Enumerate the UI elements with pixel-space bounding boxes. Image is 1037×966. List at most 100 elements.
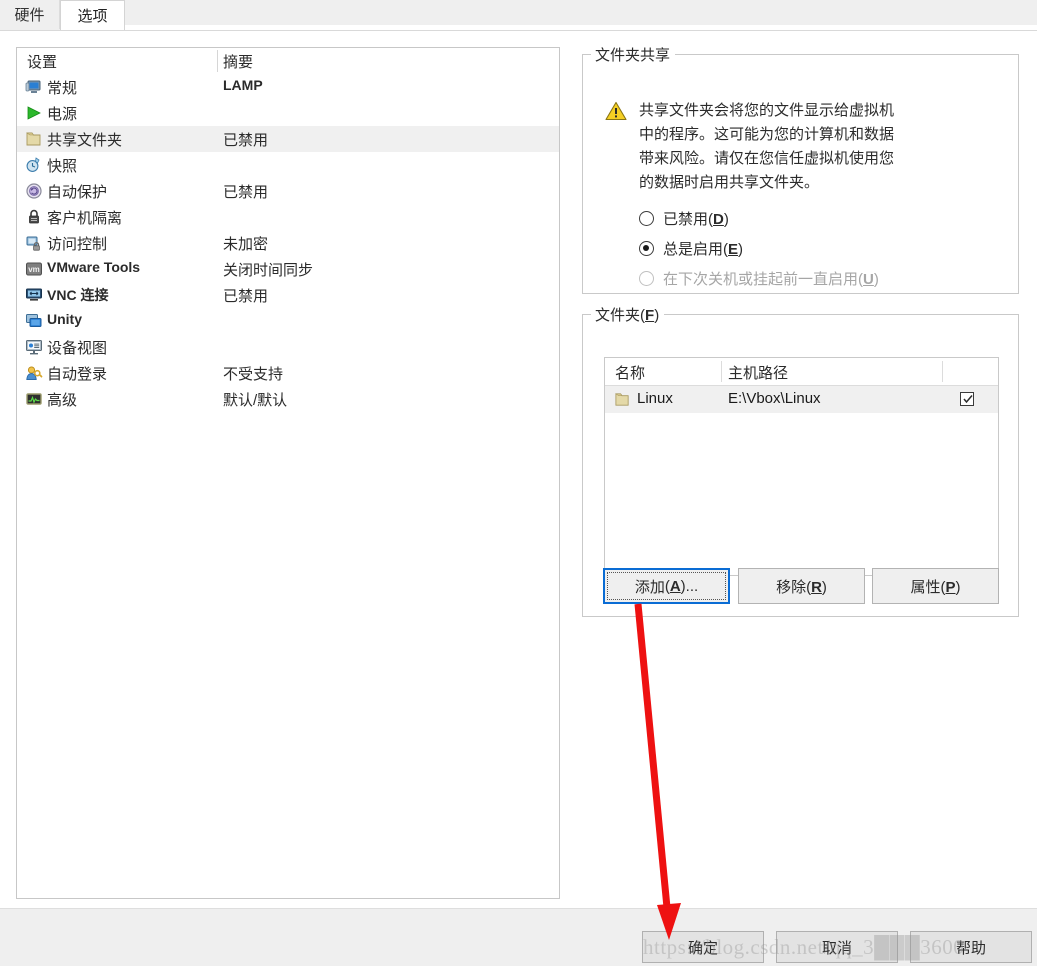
header-divider-1	[721, 361, 722, 382]
settings-row-summary: 已禁用	[223, 132, 269, 149]
folder-sharing-warning: 共享文件夹会将您的文件显示给虚拟机 中的程序。这可能为您的计算机和数据 带来风险…	[605, 99, 995, 195]
column-header-host-path: 主机路径	[728, 365, 789, 382]
settings-row-summary: 默认/默认	[223, 392, 288, 409]
settings-row-autologon[interactable]: 自动登录 不受支持	[17, 360, 559, 386]
autologon-key-icon	[25, 364, 43, 382]
help-button-label: 帮助	[955, 939, 986, 957]
device-view-icon	[25, 338, 43, 356]
settings-row-label: 高级	[47, 392, 78, 409]
add-folder-button[interactable]: 添加(A)...	[603, 568, 730, 604]
settings-row-power[interactable]: 电源	[17, 100, 559, 126]
radio-disabled[interactable]: 已禁用(D)	[639, 208, 729, 229]
settings-row-vmware-tools[interactable]: vm VMware Tools 关闭时间同步	[17, 256, 559, 282]
warning-line-2: 中的程序。这可能为您的计算机和数据	[639, 126, 895, 143]
settings-row-advanced[interactable]: 高级 默认/默认	[17, 386, 559, 412]
column-header-name: 名称	[615, 365, 646, 382]
tab-hardware-label: 硬件	[14, 7, 45, 24]
settings-row-label: 常规	[47, 80, 78, 97]
settings-row-vnc[interactable]: VNC 连接 已禁用	[17, 282, 559, 308]
settings-row-autoprotect[interactable]: 自动保护 已禁用	[17, 178, 559, 204]
warning-triangle-icon	[605, 99, 629, 195]
tab-strip-filler-bottom	[125, 25, 1037, 30]
radio-disabled-mnemonic: D	[713, 211, 724, 228]
radio-until-shutdown-label: 在下次关机或挂起前一直启用(U)	[663, 271, 879, 288]
settings-row-snapshot[interactable]: 快照	[17, 152, 559, 178]
folders-table[interactable]: 名称 主机路径 Linux E:\Vbox\Linux	[604, 357, 999, 576]
radio-always-enabled[interactable]: 总是启用(E)	[639, 238, 743, 259]
properties-folder-button-label: 属性(P)	[910, 578, 961, 596]
play-green-icon	[25, 104, 43, 122]
help-button[interactable]: 帮助	[910, 931, 1032, 963]
warning-line-4: 的数据时启用共享文件夹。	[639, 174, 820, 191]
vnc-icon	[25, 286, 43, 304]
snapshot-clock-icon	[25, 156, 43, 174]
settings-row-label: 访问控制	[47, 236, 108, 253]
folder-icon	[25, 130, 43, 148]
settings-row-unity[interactable]: Unity	[17, 308, 559, 334]
svg-text:vm: vm	[28, 265, 40, 274]
settings-row-label: 设备视图	[47, 340, 108, 357]
folder-icon	[614, 391, 631, 408]
tab-options-label: 选项	[77, 8, 108, 25]
folder-row-name: Linux	[637, 390, 673, 407]
settings-list-header: 设置 摘要	[17, 48, 559, 74]
folder-sharing-legend: 文件夹共享	[595, 47, 671, 64]
radio-until-shutdown: 在下次关机或挂起前一直启用(U)	[639, 268, 879, 289]
folder-row-enabled-checkbox[interactable]	[960, 392, 974, 406]
add-folder-button-label: 添加(A)...	[607, 572, 726, 600]
monitor-icon	[25, 78, 43, 96]
settings-row-guest-isolation[interactable]: 客户机隔离	[17, 204, 559, 230]
settings-row-label: 电源	[47, 106, 78, 123]
settings-row-label: 共享文件夹	[47, 132, 123, 149]
column-header-summary: 摘要	[223, 54, 254, 71]
access-lock-icon	[25, 234, 43, 252]
tab-hardware[interactable]: 硬件	[0, 0, 60, 29]
tab-strip: 硬件 选项	[0, 0, 1037, 31]
folders-legend-mnemonic: F	[645, 307, 655, 324]
ok-button[interactable]: 确定	[642, 931, 764, 963]
advanced-chart-icon	[25, 390, 43, 408]
settings-row-general[interactable]: 常规 LAMP	[17, 74, 559, 100]
settings-row-summary: 未加密	[223, 236, 269, 253]
folder-row-host-path: E:\Vbox\Linux	[728, 390, 821, 407]
lock-icon	[25, 208, 43, 226]
folders-legend: 文件夹(F)	[595, 307, 660, 324]
settings-row-label: 自动登录	[47, 366, 108, 383]
header-divider-2	[942, 361, 943, 382]
tab-options[interactable]: 选项	[60, 0, 125, 30]
settings-row-label: 快照	[47, 158, 78, 175]
radio-always-enabled-label: 总是启用(E)	[663, 241, 744, 258]
settings-row-label: 自动保护	[47, 184, 108, 201]
settings-row-label: VNC 连接	[47, 287, 109, 303]
warning-line-1: 共享文件夹会将您的文件显示给虚拟机	[639, 102, 895, 119]
settings-row-device-view[interactable]: 设备视图	[17, 334, 559, 360]
folder-sharing-group: 文件夹共享 共享文件夹会将您的文件显示给虚拟机 中的程序。这可能为您的计算机和数…	[582, 44, 1019, 294]
radio-disabled-label: 已禁用(D)	[663, 211, 729, 228]
cancel-button-label: 取消	[821, 939, 852, 957]
table-row[interactable]: Linux E:\Vbox\Linux	[605, 386, 998, 413]
unity-icon	[25, 312, 43, 330]
radio-always-enabled-indicator	[639, 241, 654, 256]
folder-sharing-warning-text: 共享文件夹会将您的文件显示给虚拟机 中的程序。这可能为您的计算机和数据 带来风险…	[639, 99, 894, 195]
settings-row-summary: LAMP	[223, 77, 263, 93]
column-header-settings: 设置	[27, 54, 58, 71]
radio-always-enabled-mnemonic: E	[728, 241, 739, 258]
autoprotect-icon	[25, 182, 43, 200]
settings-row-access-control[interactable]: 访问控制 未加密	[17, 230, 559, 256]
radio-until-shutdown-indicator	[639, 271, 654, 286]
settings-row-label: Unity	[47, 311, 82, 327]
cancel-button[interactable]: 取消	[776, 931, 898, 963]
properties-folder-button[interactable]: 属性(P)	[872, 568, 999, 604]
settings-row-shared-folders[interactable]: 共享文件夹 已禁用	[17, 126, 559, 152]
settings-row-summary: 不受支持	[223, 366, 284, 383]
folders-table-header: 名称 主机路径	[605, 358, 998, 386]
warning-line-3: 带来风险。请仅在您信任虚拟机使用您	[639, 150, 895, 167]
radio-until-shutdown-mnemonic: U	[863, 271, 874, 288]
settings-row-label: 客户机隔离	[47, 210, 123, 227]
settings-list-panel[interactable]: 设置 摘要 常规 LAMP 电源 共享文件夹 已禁用 快照 自动保护 已禁用 客…	[16, 47, 560, 899]
settings-row-summary: 已禁用	[223, 184, 269, 201]
remove-folder-button[interactable]: 移除(R)	[738, 568, 865, 604]
settings-row-summary: 关闭时间同步	[223, 262, 314, 279]
settings-row-summary: 已禁用	[223, 288, 269, 305]
radio-disabled-indicator	[639, 211, 654, 226]
